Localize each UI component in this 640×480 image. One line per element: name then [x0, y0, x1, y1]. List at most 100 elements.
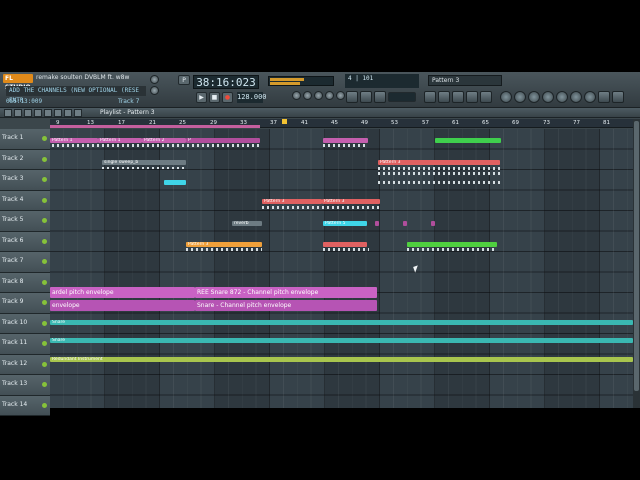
pattern-clip[interactable]: Pattern 3	[186, 242, 262, 247]
track-enable-led[interactable]	[42, 279, 47, 285]
track-enable-led[interactable]	[42, 382, 47, 387]
pattern-clip[interactable]	[323, 138, 368, 143]
pattern-selector[interactable]: Pattern 3	[428, 75, 502, 86]
timeline-ruler[interactable]: 9 13 17 21 25 29 33 37 41 45 49 53 57 61…	[50, 119, 633, 128]
track-header[interactable]: Track 14	[0, 395, 50, 416]
track-enable-led[interactable]	[42, 218, 47, 223]
loop-record-toggle[interactable]	[325, 91, 334, 100]
event-editor-button[interactable]	[556, 91, 568, 103]
draw-tool-icon[interactable]	[4, 109, 12, 117]
pattern-clip[interactable]	[431, 221, 435, 226]
master-volume-knob[interactable]	[150, 75, 159, 84]
track-header[interactable]: Track 7	[0, 252, 50, 273]
track-header[interactable]: Track 3	[0, 170, 50, 191]
online-button[interactable]	[346, 91, 358, 103]
pattern-clip[interactable]: Pattern 1	[50, 138, 98, 143]
track-selector[interactable]: Track 7	[118, 98, 139, 105]
step-edit-toggle[interactable]	[336, 91, 345, 100]
pattern-clip[interactable]: Pattern 5	[323, 221, 367, 226]
undo-button[interactable]	[584, 91, 596, 103]
track-enable-led[interactable]	[42, 361, 47, 367]
track-header[interactable]: Track 4	[0, 190, 50, 211]
tempo-tapper-button[interactable]	[514, 91, 526, 103]
delete-tool-icon[interactable]	[24, 109, 32, 117]
pattern-clip[interactable]: Pattern 3	[378, 160, 500, 165]
pattern-clip[interactable]: Pattern 2	[142, 138, 186, 143]
pattern-clip[interactable]	[403, 221, 407, 226]
browser-button[interactable]	[466, 91, 478, 103]
song-position-marker[interactable]	[282, 119, 287, 124]
countdown-toggle[interactable]	[314, 91, 323, 100]
automation-clip[interactable]: Redundant Instrument	[50, 357, 633, 362]
wait-toggle[interactable]	[303, 91, 312, 100]
track-enable-led[interactable]	[42, 259, 47, 264]
pattern-clip[interactable]	[323, 242, 367, 247]
automation-clip[interactable]: Snare	[50, 320, 633, 325]
automation-clip[interactable]: ardel pitch envelope	[50, 287, 195, 298]
pattern-clip[interactable]: P	[186, 138, 260, 143]
snap-selector-icon[interactable]	[74, 109, 82, 117]
vertical-scrollbar[interactable]	[633, 119, 640, 408]
track-enable-led[interactable]	[42, 238, 47, 244]
maximize-button[interactable]	[612, 91, 624, 103]
track-header[interactable]: Track 1	[0, 129, 50, 150]
midi-button[interactable]	[360, 91, 372, 103]
select-tool-icon[interactable]	[54, 109, 62, 117]
track-enable-led[interactable]	[42, 300, 47, 305]
play-button[interactable]: ▶	[196, 92, 207, 103]
track-header[interactable]: Track 6	[0, 231, 50, 252]
mixer-button[interactable]	[480, 91, 492, 103]
piano-roll-button[interactable]	[452, 91, 464, 103]
fl-studio-logo[interactable]: FL STUDIO	[3, 74, 33, 91]
minimize-button[interactable]	[598, 91, 610, 103]
metronome-toggle[interactable]	[292, 91, 301, 100]
track-enable-led[interactable]	[42, 341, 47, 346]
track-header[interactable]: Track 5	[0, 211, 50, 232]
video-button[interactable]	[528, 91, 540, 103]
master-pitch-knob[interactable]	[150, 86, 159, 95]
playlist-window-button[interactable]	[424, 91, 436, 103]
tempo-display[interactable]: 128.000	[237, 92, 267, 103]
track-enable-led[interactable]	[42, 156, 47, 162]
track-header[interactable]: Track 10	[0, 313, 50, 334]
step-sequencer-button[interactable]	[438, 91, 450, 103]
track-enable-led[interactable]	[42, 197, 47, 203]
track-header[interactable]: Track 13	[0, 375, 50, 396]
pattern-clip[interactable]: Pattern 1	[98, 138, 142, 143]
zoom-tool-icon[interactable]	[64, 109, 72, 117]
playlist-titlebar[interactable]: Playlist - Pattern 3	[0, 108, 640, 118]
pattern-clip[interactable]	[435, 138, 501, 143]
pattern-clip[interactable]	[164, 180, 186, 185]
track-header[interactable]: Track 2	[0, 149, 50, 170]
track-header[interactable]: Track 12	[0, 354, 50, 375]
paint-tool-icon[interactable]	[14, 109, 22, 117]
track-enable-led[interactable]	[42, 402, 47, 408]
memory-button[interactable]	[374, 91, 386, 103]
automation-clip[interactable]: Snare - Channel pitch envelope	[195, 300, 377, 311]
track-header[interactable]: Track 8	[0, 272, 50, 293]
plugin-picker-button[interactable]	[500, 91, 512, 103]
help-button[interactable]	[542, 91, 554, 103]
track-enable-led[interactable]	[42, 177, 47, 182]
track-header[interactable]: Track 11	[0, 334, 50, 355]
render-button[interactable]	[570, 91, 582, 103]
track-enable-led[interactable]	[42, 136, 47, 141]
pattern-clip[interactable]: Pattern 3	[322, 199, 380, 204]
arrangement-grid[interactable]: Pattern 1 Pattern 1 Pattern 2 P single s…	[50, 129, 633, 408]
automation-clip[interactable]: Snare	[50, 338, 633, 343]
slice-tool-icon[interactable]	[44, 109, 52, 117]
track-enable-led[interactable]	[42, 320, 47, 326]
automation-clip[interactable]: envelope	[50, 300, 195, 311]
pattern-clip[interactable]: reverb	[232, 221, 262, 226]
automation-clip[interactable]: REE Snare 872 - Channel pitch envelope	[195, 287, 377, 298]
track-header[interactable]: Track 9	[0, 293, 50, 314]
pattern-mode-button[interactable]: P	[178, 75, 190, 85]
mute-tool-icon[interactable]	[34, 109, 42, 117]
pattern-clip[interactable]	[407, 242, 497, 247]
pattern-clip[interactable]: single sweep_b	[102, 160, 186, 165]
pattern-clip[interactable]	[375, 221, 379, 226]
scrollbar-thumb[interactable]	[634, 121, 639, 391]
record-button[interactable]: ●	[222, 92, 233, 103]
pattern-clip[interactable]: Pattern 3	[262, 199, 322, 204]
stop-button[interactable]: ■	[209, 92, 220, 103]
